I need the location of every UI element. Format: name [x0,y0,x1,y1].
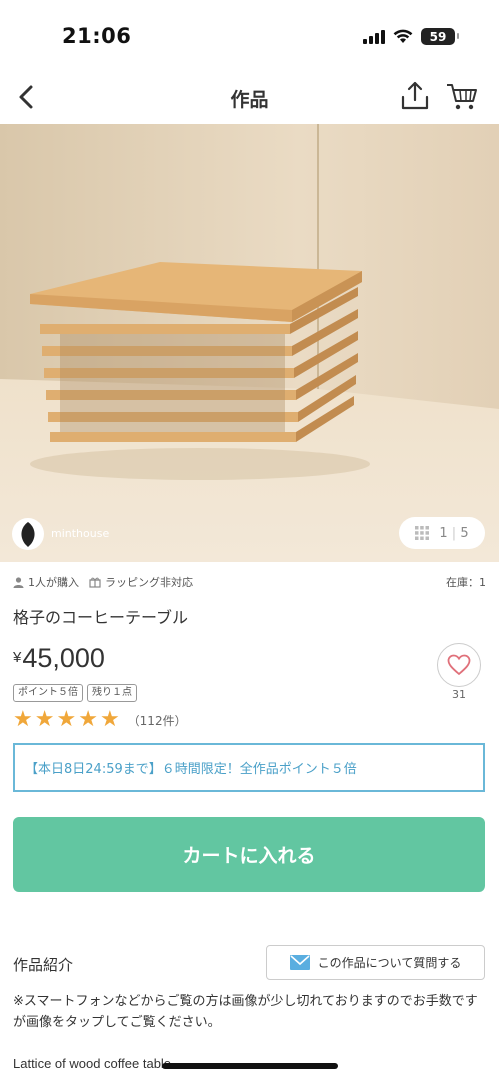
star-icon: ★ [78,707,98,732]
mail-icon [289,955,310,970]
price: ¥45,000 [13,643,105,674]
stock-info: 在庫：1 [446,576,486,589]
product-image[interactable]: minthouse 1 | 5 [0,124,499,562]
add-to-cart-button[interactable]: カートに入れる [13,817,485,892]
home-indicator[interactable] [162,1063,338,1069]
nav-bar: 作品 [0,70,499,124]
image-total: 5 [460,525,469,541]
share-icon[interactable] [399,80,431,112]
person-icon [13,576,24,588]
star-icon: ★ [99,707,120,732]
battery-icon: 59 [421,28,459,45]
star-icon: ★ [56,707,77,732]
currency-symbol: ¥ [13,649,22,666]
star-icon: ★ [13,707,33,732]
price-value: 45,000 [22,643,105,673]
section-title-intro: 作品紹介 [13,956,74,974]
counter-separator: | [447,525,461,541]
points-badge: ポイント５倍 [13,684,83,702]
status-time: 21:06 [62,24,132,48]
meta-left: 1人が購入 ラッピング非対応 [13,574,193,590]
image-note: ※スマートフォンなどからご覧の方は画像が少し切れておりますのでお手数ですが画像を… [13,994,478,1030]
shop-name[interactable]: minthouse [51,527,109,540]
grid-icon [415,526,430,540]
status-bar: 21:06 59 [0,0,499,70]
description-line: Lattice of wood coffee table [13,1056,172,1071]
star-icon: ★ [34,707,55,732]
product-photo [0,124,499,562]
status-icons: 59 [363,28,459,45]
favorite-button[interactable] [437,643,481,687]
cart-icon[interactable] [445,80,479,112]
favorite-count: 31 [452,688,466,701]
ask-question-button[interactable]: この作品について質問する [266,945,485,980]
ask-question-label: この作品について質問する [317,956,462,970]
product-title: 格子のコーヒーテーブル [13,608,189,627]
stock-badge: 残り１点 [87,684,137,702]
campaign-banner[interactable]: 【本日8日24:59まで】６時間限定！全作品ポイント５倍 [13,743,485,792]
image-current: 1 [439,525,448,541]
meta-row: 1人が購入 ラッピング非対応 在庫：1 [13,574,486,592]
heart-icon [447,654,471,676]
buyers-count: 1人が購入 [28,576,79,589]
signal-icon [363,29,385,44]
badges: ポイント５倍 残り１点 [13,684,137,702]
rating[interactable]: ★ ★ ★ ★ ★ （112件） [13,709,187,731]
wifi-icon [393,29,413,43]
image-counter[interactable]: 1 | 5 [399,517,485,549]
wrapping-info: ラッピング非対応 [105,576,193,589]
review-count: （112件） [127,713,187,728]
gift-icon [89,577,101,588]
